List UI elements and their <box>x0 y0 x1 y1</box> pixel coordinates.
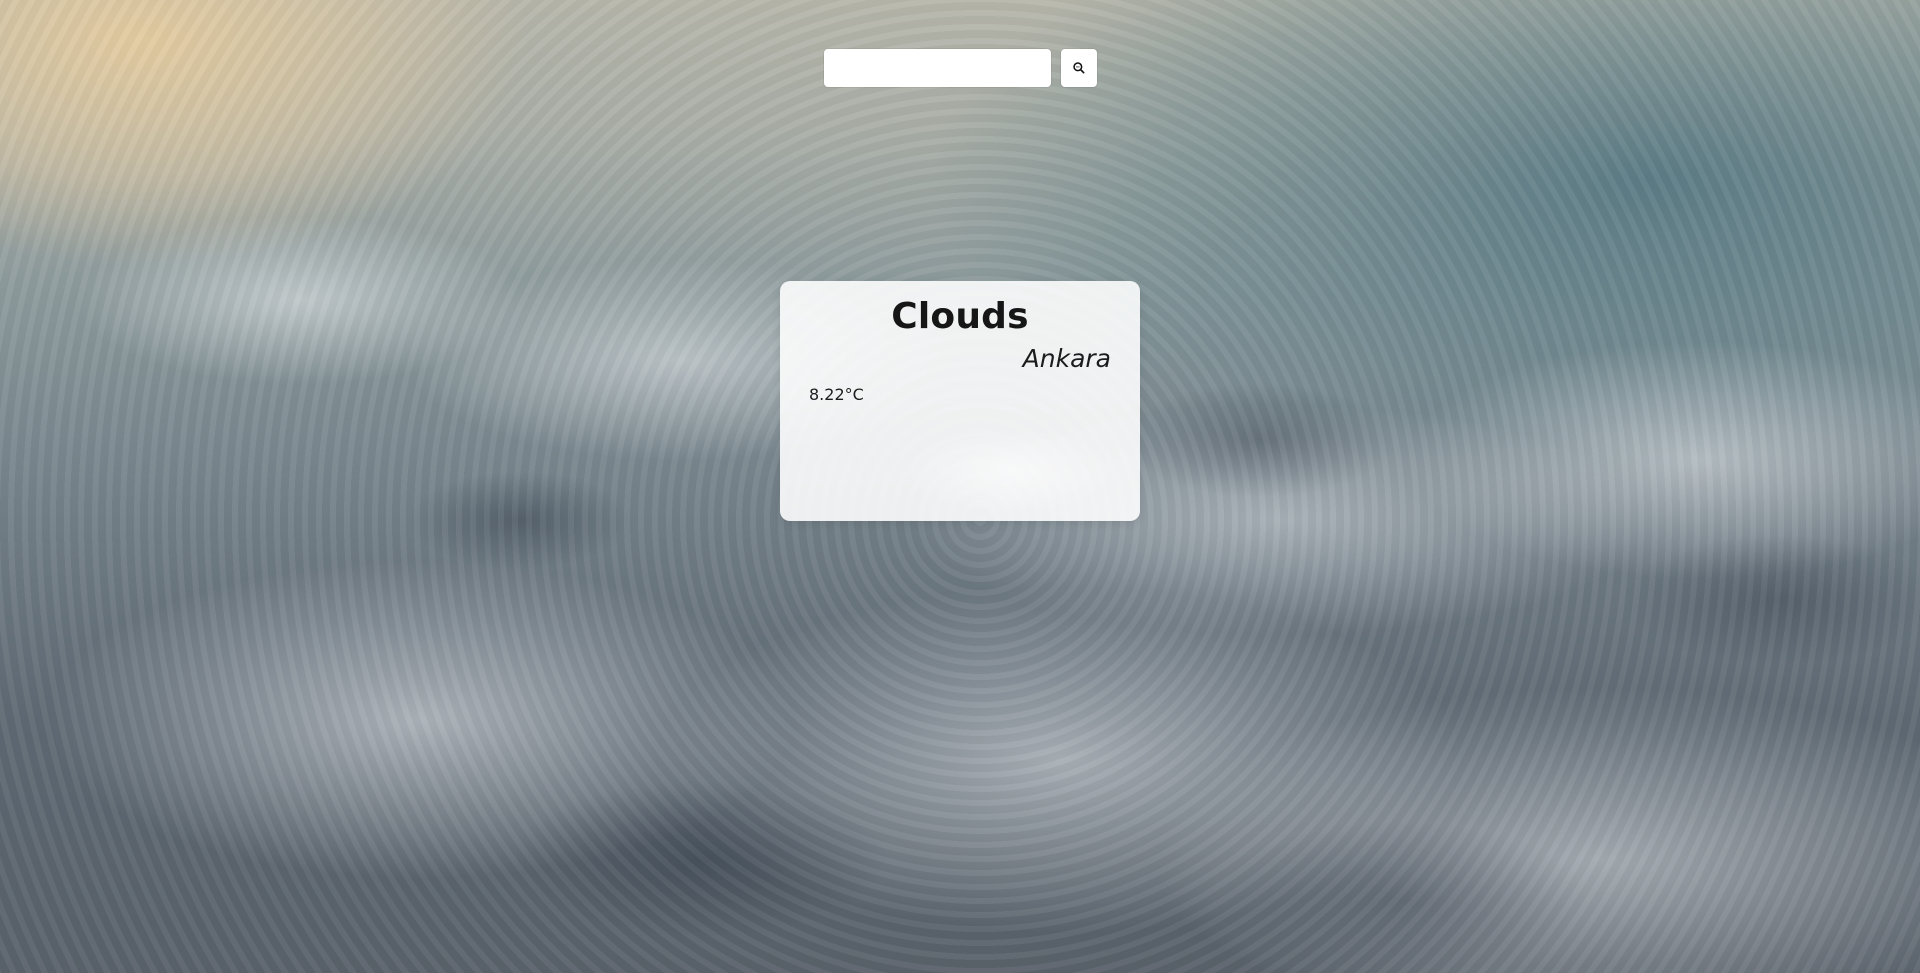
weather-condition: Clouds <box>891 296 1029 337</box>
temperature: 8.22°C <box>809 385 864 405</box>
search-icon <box>1072 61 1086 75</box>
search-button[interactable] <box>1061 49 1097 87</box>
search-bar <box>824 49 1097 87</box>
city-name: Ankara <box>1022 344 1111 374</box>
search-input[interactable] <box>824 49 1051 87</box>
weather-card: Clouds Ankara 8.22°C <box>780 281 1140 521</box>
weather-page: Clouds Ankara 8.22°C <box>0 0 1920 973</box>
